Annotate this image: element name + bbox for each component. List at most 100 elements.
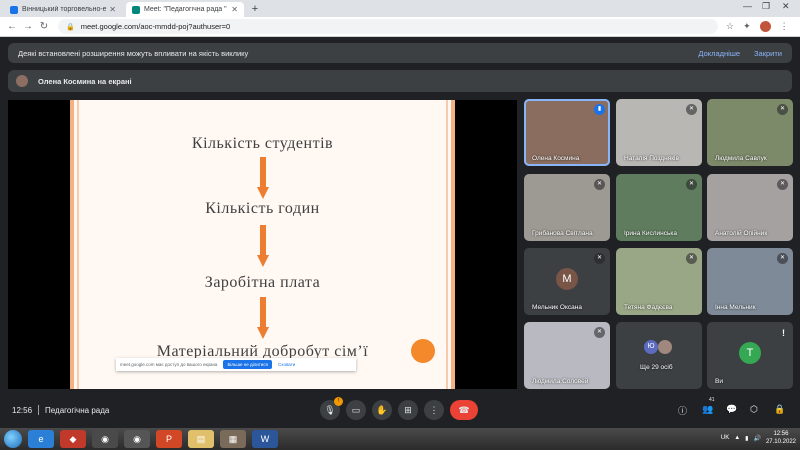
folder-icon[interactable]: ▤ xyxy=(188,430,214,448)
close-tab-icon[interactable]: ✕ xyxy=(231,5,238,14)
chrome-icon[interactable]: ◉ xyxy=(124,430,150,448)
participant-tile[interactable]: ✕ Тетяна Фадєєва xyxy=(616,248,702,315)
bookmark-star-icon[interactable]: ☆ xyxy=(726,21,734,32)
participant-avatar: М xyxy=(556,268,578,290)
banner-message: Деякі встановлені розширення можуть впли… xyxy=(18,48,249,58)
participant-tile[interactable]: ✕ Анатолій Опійник xyxy=(707,174,793,241)
mic-off-icon: ✕ xyxy=(686,104,697,115)
mic-off-icon: ✕ xyxy=(777,253,788,264)
more-avatars: Ю xyxy=(644,340,672,354)
powerpoint-icon[interactable]: P xyxy=(156,430,182,448)
participant-name: Грибанова Світлана xyxy=(532,230,593,237)
close-tab-icon[interactable]: ✕ xyxy=(109,5,116,14)
slide: Кількість студентів Кількість годин Заро… xyxy=(70,100,455,389)
reload-icon[interactable]: ↻ xyxy=(36,21,52,32)
participant-name: Людмила Соловей xyxy=(532,378,589,385)
info-icon[interactable]: ⓘ xyxy=(678,404,687,417)
participant-tile[interactable]: М ✕ Мельник Оксана xyxy=(524,248,610,315)
app-icon[interactable]: ◆ xyxy=(60,430,86,448)
participant-avatar: Ю xyxy=(644,340,658,354)
favicon-icon xyxy=(10,5,18,14)
share-notice-text: meet.google.com має доступ до вашого екр… xyxy=(120,362,218,367)
participant-name: Тетяна Фадєєва xyxy=(624,304,673,311)
more-options-button[interactable]: ⋮ xyxy=(424,400,444,420)
address-bar-row: ← → ↻ 🔒 meet.google.com/aoc-mmdd-poj?aut… xyxy=(0,17,800,37)
down-arrow-icon xyxy=(256,297,269,339)
self-name: Ви xyxy=(715,378,723,385)
start-button[interactable] xyxy=(4,430,22,448)
presentation-stage[interactable]: Кількість студентів Кількість годин Заро… xyxy=(8,100,517,389)
participant-name: Анатолій Опійник xyxy=(715,230,768,237)
system-tray: UK ▲ ▮ 🔊 12:56 27.10.2022 xyxy=(721,430,796,446)
tray-date: 27.10.2022 xyxy=(765,439,796,445)
extensions-icon[interactable]: ✦ xyxy=(743,21,751,32)
ie-icon[interactable]: e xyxy=(28,430,54,448)
leave-call-button[interactable]: ☎ xyxy=(450,400,478,420)
extensions-warning-banner: Деякі встановлені розширення можуть впли… xyxy=(8,43,792,63)
network-icon[interactable]: ▮ xyxy=(745,435,748,442)
participant-tile[interactable]: ✕ Ірина Кислинська xyxy=(616,174,702,241)
camera-toggle-button[interactable]: ▭ xyxy=(346,400,366,420)
mic-off-icon: ✕ xyxy=(594,253,605,264)
participant-tile[interactable]: ✕ Грибанова Світлана xyxy=(524,174,610,241)
menu-icon[interactable]: ⋮ xyxy=(780,21,789,32)
browser-tab-active[interactable]: Meet: "Педагогічна рада " ✕ xyxy=(126,2,244,17)
slide-line-3: Заробітна плата xyxy=(204,274,321,291)
new-tab-button[interactable]: + xyxy=(248,3,262,17)
slide-line-2: Кількість годин xyxy=(205,200,320,217)
profile-avatar[interactable] xyxy=(759,21,771,32)
participant-tile[interactable]: ✕ Людмила Савлук xyxy=(707,99,793,166)
tray-time: 12:56 xyxy=(773,431,789,437)
participant-name: Інна Мельник xyxy=(715,304,756,311)
browser-tab[interactable]: Вінницький торговельно-економі ✕ xyxy=(4,2,122,17)
participant-tile[interactable]: ✕ Інна Мельник xyxy=(707,248,793,315)
maximize-icon[interactable]: ❐ xyxy=(762,1,770,12)
meeting-name: Педагогічна рада xyxy=(45,405,110,415)
lock-icon: 🔒 xyxy=(66,23,75,31)
self-avatar: T xyxy=(739,342,761,364)
chat-icon[interactable]: 💬 xyxy=(726,404,737,415)
volume-icon[interactable]: 🔊 xyxy=(753,435,760,442)
stop-sharing-button[interactable]: Більше не ділитися xyxy=(223,360,272,369)
back-icon[interactable]: ← xyxy=(4,21,20,32)
chrome-icon[interactable]: ◉ xyxy=(92,430,118,448)
close-banner-link[interactable]: Закрити xyxy=(754,49,782,58)
warning-icon: ! xyxy=(782,328,785,338)
pointer-dot xyxy=(411,339,435,363)
mic-off-icon: ✕ xyxy=(777,104,788,115)
more-participants-tile[interactable]: Ю Ще 29 осіб xyxy=(616,322,702,389)
app-icon[interactable]: ▦ xyxy=(220,430,246,448)
participant-name: Ірина Кислинська xyxy=(624,230,677,237)
tray-arrow-icon[interactable]: ▲ xyxy=(734,435,740,441)
participants-count-badge: 41 xyxy=(709,397,715,403)
present-button[interactable]: ⊞ xyxy=(398,400,418,420)
url-text: meet.google.com/aoc-mmdd-poj?authuser=0 xyxy=(80,22,231,31)
meeting-clock: 12:56 xyxy=(12,405,33,415)
people-icon[interactable]: 👥 xyxy=(702,404,713,415)
self-tile[interactable]: ! T Ви xyxy=(707,322,793,389)
down-arrow-icon xyxy=(256,157,269,199)
language-indicator[interactable]: UK xyxy=(721,435,729,441)
participant-tile[interactable]: ✕ Наталія Поздняків xyxy=(616,99,702,166)
participant-tile[interactable]: ▮ Олена Космина xyxy=(524,99,610,166)
hide-notice-button[interactable]: Сховати xyxy=(278,362,295,367)
details-link[interactable]: Докладніше xyxy=(698,49,740,58)
url-field[interactable]: 🔒 meet.google.com/aoc-mmdd-poj?authuser=… xyxy=(58,19,718,34)
presenter-text: Олена Космина на екрані xyxy=(38,76,132,86)
host-controls-icon[interactable]: 🔒 xyxy=(774,404,785,415)
slide-line-1: Кількість студентів xyxy=(191,135,334,152)
tray-clock[interactable]: 12:56 27.10.2022 xyxy=(766,430,796,446)
screen-share-notice: meet.google.com має доступ до вашого екр… xyxy=(116,358,356,371)
raise-hand-button[interactable]: ✋ xyxy=(372,400,392,420)
forward-icon[interactable]: → xyxy=(20,21,36,32)
participant-tile[interactable]: ✕ Людмила Соловей xyxy=(524,322,610,389)
word-icon[interactable]: W xyxy=(252,430,278,448)
browser-tab-bar: Вінницький торговельно-економі ✕ Meet: "… xyxy=(0,0,800,17)
mic-toggle-button[interactable]: 🎙! xyxy=(320,397,343,420)
activities-icon[interactable]: ⬡ xyxy=(750,404,758,415)
minimize-icon[interactable]: — xyxy=(743,1,752,11)
close-window-icon[interactable]: ✕ xyxy=(782,1,790,12)
mic-warning-badge: ! xyxy=(334,397,343,406)
participant-avatar xyxy=(658,340,672,354)
participant-grid: ▮ Олена Космина ✕ Наталія Поздняків ✕ Лю… xyxy=(524,99,793,389)
